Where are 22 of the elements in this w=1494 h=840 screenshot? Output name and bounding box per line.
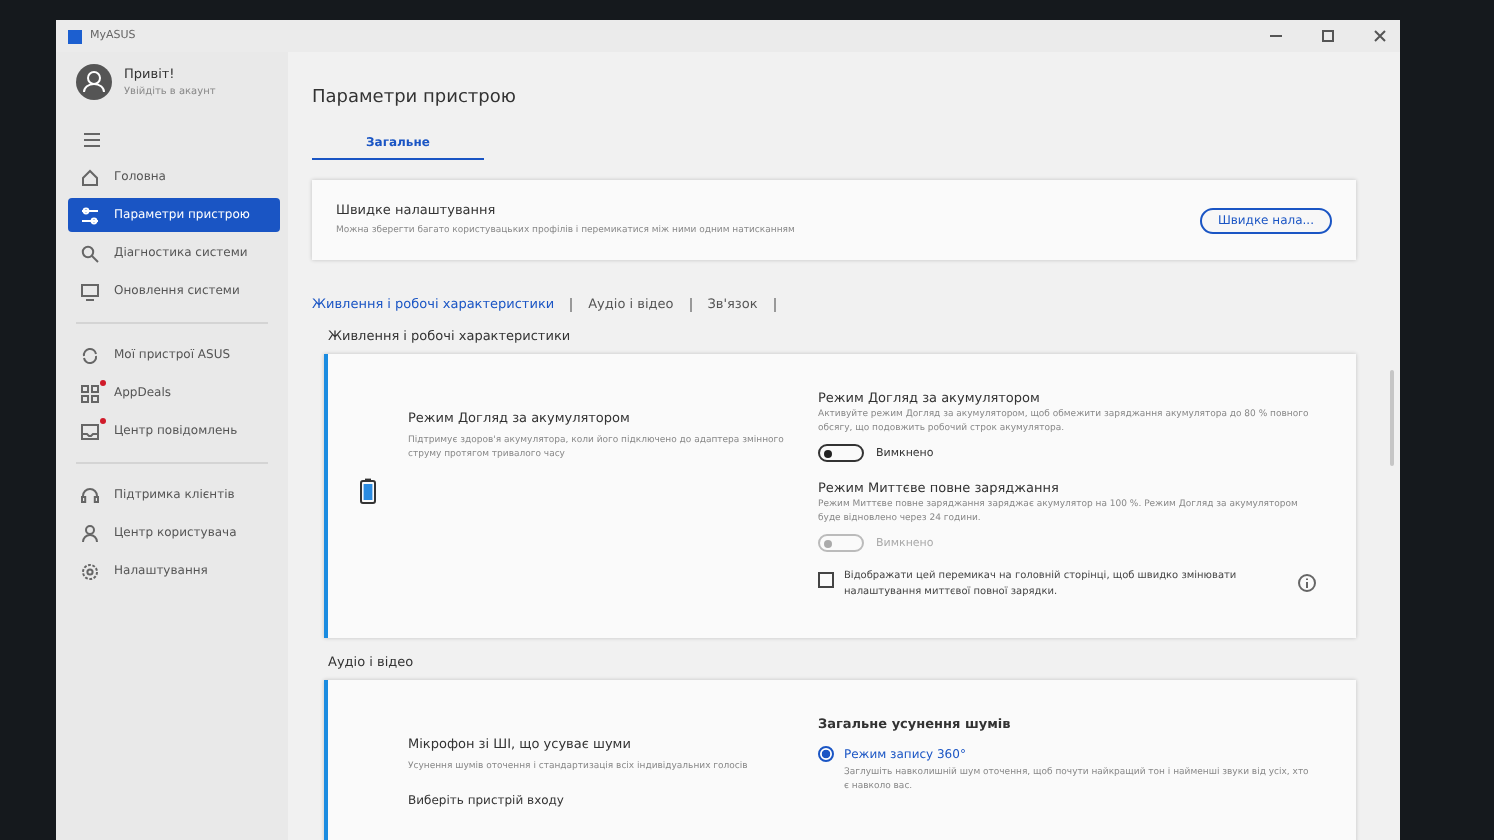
home-icon	[80, 167, 100, 187]
inbox-icon	[80, 421, 100, 441]
scrollbar[interactable]	[1390, 370, 1394, 466]
menu-icon	[84, 132, 100, 148]
person-icon	[80, 523, 100, 543]
gear-icon	[80, 561, 100, 581]
headset-icon	[80, 485, 100, 505]
close-icon	[1372, 28, 1388, 44]
monitor-icon	[80, 281, 100, 301]
app-logo-icon	[68, 29, 82, 43]
grid-icon	[80, 383, 100, 403]
avatar-icon	[76, 64, 112, 100]
magnifier-icon	[80, 243, 100, 263]
battery-icon	[360, 478, 376, 504]
maximize-icon	[1320, 28, 1336, 44]
circle-arrows-icon	[80, 345, 100, 365]
page-title: Параметри пристрою	[312, 88, 518, 108]
sliders-icon	[80, 205, 100, 225]
toggle-switch[interactable]	[818, 444, 864, 463]
checkbox[interactable]	[818, 572, 834, 589]
radio-button[interactable]	[818, 746, 834, 763]
info-icon	[1298, 574, 1316, 593]
